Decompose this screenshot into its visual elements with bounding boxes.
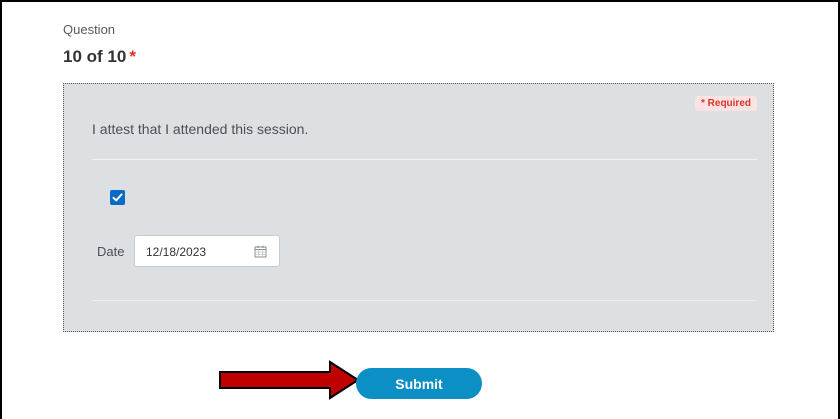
divider: [92, 300, 757, 301]
question-prompt: I attest that I attended this session.: [92, 121, 309, 137]
question-label: Question: [63, 22, 116, 37]
required-badge: * Required: [694, 96, 757, 111]
checkmark-icon: [112, 193, 123, 202]
calendar-icon[interactable]: [254, 245, 267, 258]
date-label: Date: [97, 244, 125, 259]
divider: [92, 159, 757, 160]
question-counter: 10 of 10 *: [63, 47, 136, 67]
arrow-right-icon: [219, 360, 360, 400]
date-field[interactable]: 12/18/2023: [134, 235, 280, 267]
required-asterisk: *: [129, 47, 136, 66]
question-count-text: 10 of 10: [63, 47, 127, 66]
question-panel: * Required I attest that I attended this…: [63, 83, 774, 332]
attest-checkbox[interactable]: [110, 190, 125, 205]
submit-button[interactable]: Submit: [356, 368, 482, 399]
date-value: 12/18/2023: [146, 245, 207, 259]
